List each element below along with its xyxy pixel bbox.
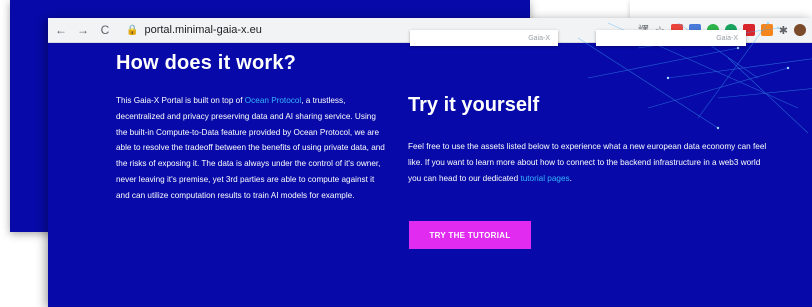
asset-card[interactable]: Gaia-X: [596, 30, 746, 46]
try-title: Try it yourself: [408, 94, 540, 116]
try-tutorial-button[interactable]: TRY THE TUTORIAL: [409, 221, 531, 249]
asset-card[interactable]: Gaia-X: [410, 30, 558, 46]
try-text: Feel free to use the assets listed below…: [408, 142, 767, 183]
background-window-strip: [630, 0, 812, 18]
try-text-end: .: [569, 173, 572, 183]
card-label: Gaia-X: [716, 34, 738, 42]
back-icon[interactable]: ←: [52, 21, 70, 39]
ocean-protocol-link[interactable]: Ocean Protocol: [245, 96, 301, 105]
how-text-end: , a trustless, decentralized and privacy…: [116, 96, 385, 200]
card-label: Gaia-X: [528, 34, 550, 42]
tutorial-pages-link[interactable]: tutorial pages: [520, 174, 569, 183]
browser-window: ← → C 🔒 portal.minimal-gaia-x.eu 譯 ☆ ✱: [48, 18, 812, 307]
how-title: How does it work?: [116, 52, 297, 74]
try-it-section: Try it yourself Feel free to use the ass…: [408, 94, 768, 186]
try-description: Feel free to use the assets listed below…: [408, 139, 768, 186]
forward-icon[interactable]: →: [74, 21, 92, 39]
lock-icon[interactable]: 🔒: [126, 25, 138, 36]
how-it-works-section: How does it work? This Gaia-X Portal is …: [116, 52, 388, 204]
how-description: This Gaia-X Portal is built on top of Oc…: [116, 93, 388, 204]
how-text-start: This Gaia-X Portal is built on top of: [116, 96, 245, 105]
reload-icon[interactable]: C: [96, 21, 114, 39]
